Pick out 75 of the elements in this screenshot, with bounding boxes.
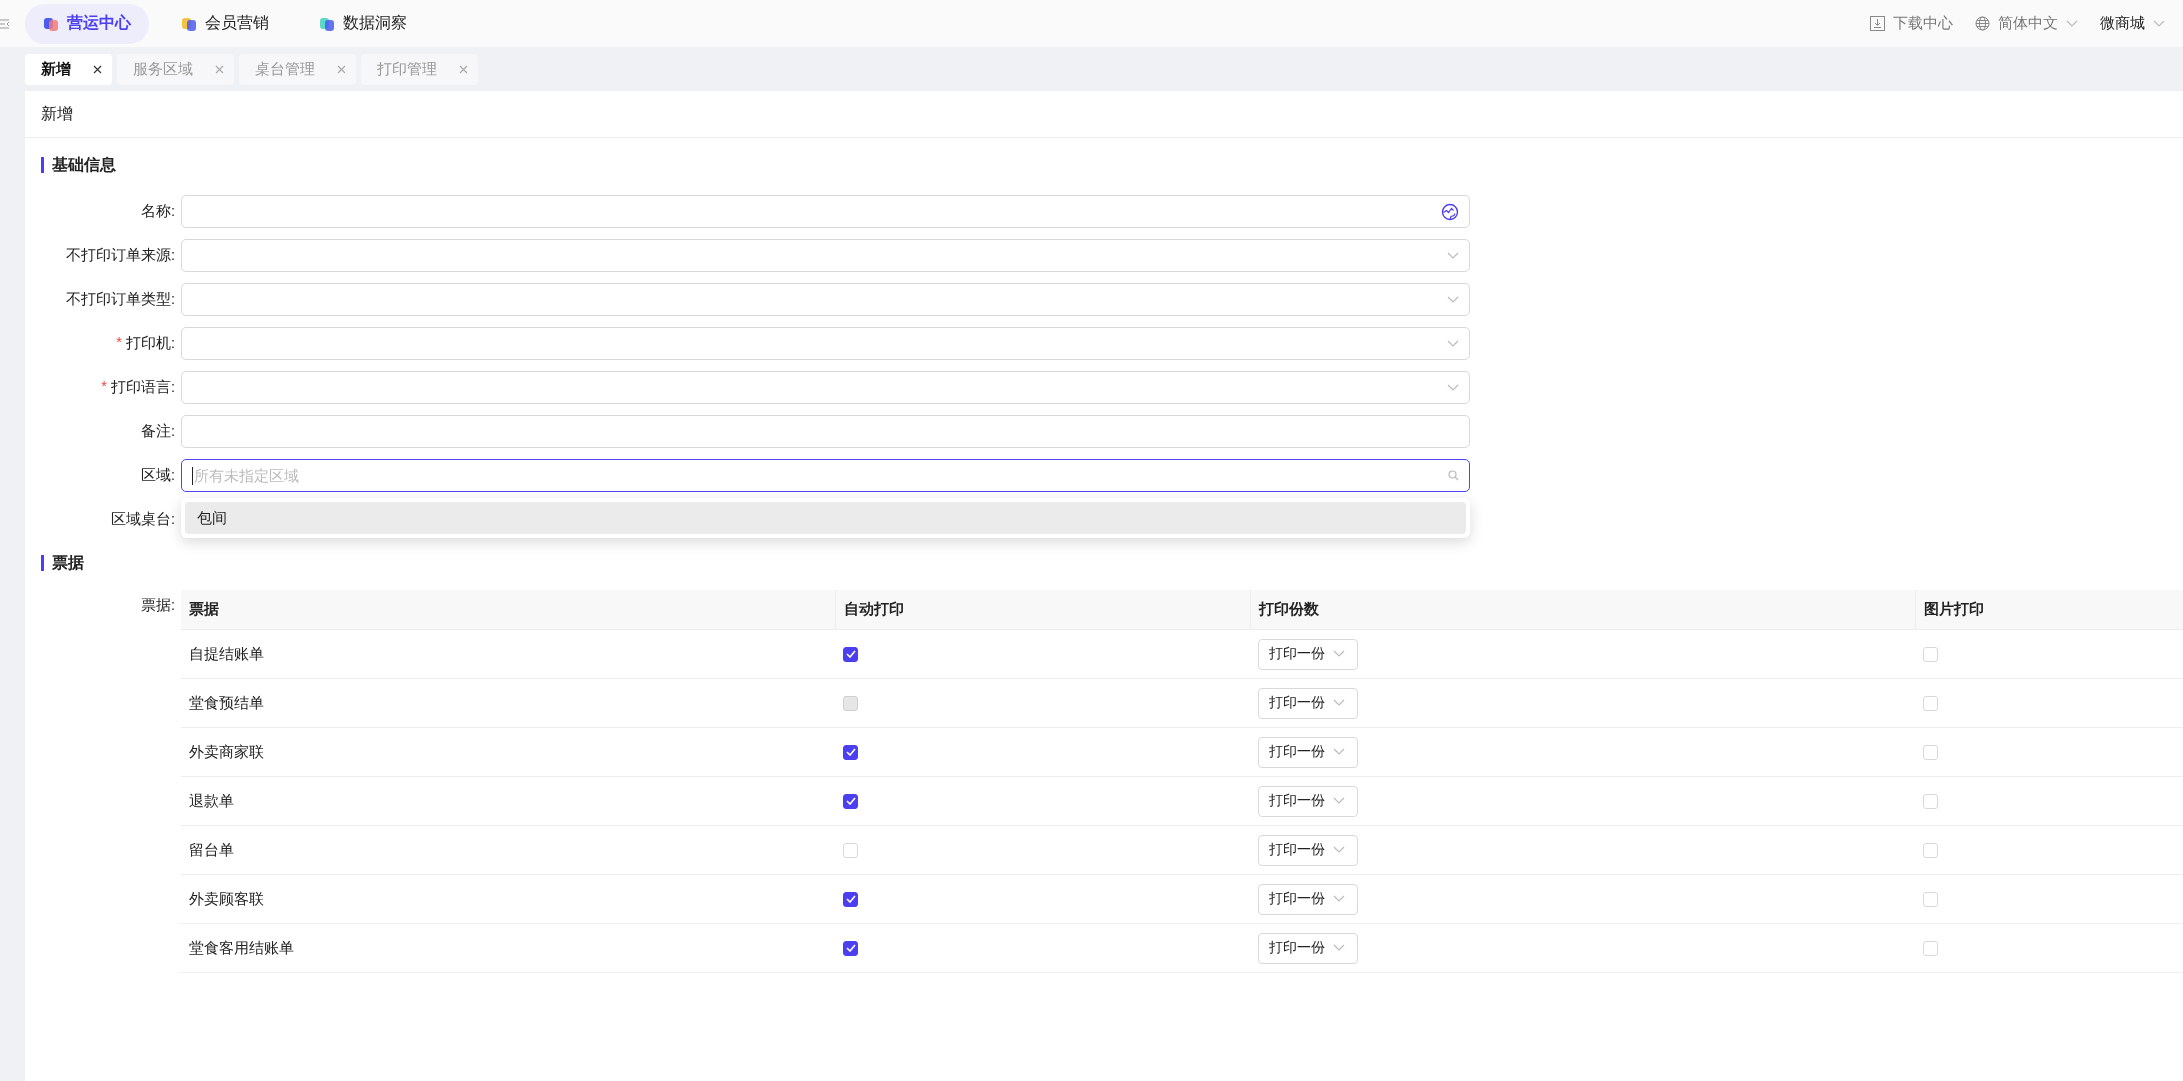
page-title: 新增 xyxy=(41,103,73,124)
field-label: 票据: xyxy=(140,597,175,613)
field-label: 打印语言: xyxy=(110,378,175,397)
search-field[interactable]: 所有未指定区域 xyxy=(181,459,1470,492)
copies-select[interactable]: 打印一份 xyxy=(1258,932,1358,964)
chevron-down-icon xyxy=(1333,895,1345,903)
chevron-down-icon xyxy=(1447,383,1459,392)
search-input[interactable]: 所有未指定区域 xyxy=(192,466,1448,485)
section-title: 基础信息 xyxy=(52,154,116,175)
chevron-down-icon xyxy=(1447,339,1459,348)
field-label: 名称: xyxy=(140,202,175,221)
required-mark: * xyxy=(101,378,107,396)
chevron-down-icon xyxy=(1333,699,1345,707)
chevron-down-icon xyxy=(1333,846,1345,854)
app-logo-icon xyxy=(181,15,197,32)
select-field[interactable] xyxy=(181,283,1470,316)
chevron-down-icon xyxy=(1333,944,1345,952)
table-cell: 留台单 xyxy=(181,825,835,875)
chevron-down-icon xyxy=(2066,19,2078,28)
globe-icon[interactable] xyxy=(1441,202,1459,221)
chevron-down-icon xyxy=(2153,19,2165,28)
field-label: 区域: xyxy=(140,466,175,485)
table-cell: 退款单 xyxy=(181,776,835,826)
globe-icon xyxy=(1975,16,1990,31)
copies-select[interactable]: 打印一份 xyxy=(1258,638,1358,670)
table-cell: 外卖顾客联 xyxy=(181,874,835,924)
chevron-down-icon xyxy=(1333,797,1345,805)
chevron-down-icon xyxy=(1447,251,1459,260)
section-title: 票据 xyxy=(52,552,84,573)
download-center-link[interactable]: 下载中心 xyxy=(1870,14,1953,33)
copies-select[interactable]: 打印一份 xyxy=(1258,883,1358,915)
column-header: 票据 xyxy=(181,590,835,630)
checkbox[interactable] xyxy=(843,793,858,809)
select-field[interactable] xyxy=(181,327,1470,360)
copies-select[interactable]: 打印一份 xyxy=(1258,834,1358,866)
close-icon[interactable] xyxy=(93,64,102,74)
column-header: 图片打印 xyxy=(1915,590,2183,630)
field-label: 不打印订单类型: xyxy=(65,290,175,309)
input-field[interactable] xyxy=(181,415,1470,448)
select-field[interactable] xyxy=(181,239,1470,272)
download-icon xyxy=(1870,16,1885,31)
page-tab[interactable]: 新增 xyxy=(25,53,112,85)
checkbox[interactable] xyxy=(843,646,858,662)
nav-tab[interactable]: 会员营销 xyxy=(163,3,287,44)
search-icon xyxy=(1448,470,1459,481)
copies-select[interactable]: 打印一份 xyxy=(1258,687,1358,719)
field-label: 区域桌台: xyxy=(110,510,175,529)
dropdown-option[interactable]: 包间 xyxy=(185,502,1466,534)
checkbox[interactable] xyxy=(843,744,858,760)
checkbox[interactable] xyxy=(843,891,858,907)
nav-tab[interactable]: 数据洞察 xyxy=(301,3,425,44)
field-label: 备注: xyxy=(140,422,175,441)
column-header: 打印份数 xyxy=(1250,590,1915,630)
required-mark: * xyxy=(116,334,122,352)
chevron-down-icon xyxy=(1447,295,1459,304)
app-logo-icon xyxy=(319,15,335,32)
table-cell: 自提结账单 xyxy=(181,629,835,679)
table-cell: 堂食预结单 xyxy=(181,678,835,728)
table-cell: 外卖商家联 xyxy=(181,727,835,777)
menu-collapse-icon[interactable] xyxy=(0,16,10,31)
select-field[interactable] xyxy=(181,371,1470,404)
copies-select[interactable]: 打印一份 xyxy=(1258,785,1358,817)
input-field[interactable] xyxy=(181,195,1470,228)
copies-select[interactable]: 打印一份 xyxy=(1258,736,1358,768)
chevron-down-icon xyxy=(1333,650,1345,658)
nav-tab[interactable]: 营运中心 xyxy=(25,3,149,44)
chevron-down-icon xyxy=(1333,748,1345,756)
app-logo-icon xyxy=(43,15,59,32)
account-menu[interactable]: 微商城 xyxy=(2100,14,2165,33)
field-label: 打印机: xyxy=(125,334,175,353)
column-header: 自动打印 xyxy=(835,590,1250,630)
table-cell: 堂食客用结账单 xyxy=(181,923,835,973)
checkbox[interactable] xyxy=(843,940,858,956)
field-label: 不打印订单来源: xyxy=(65,246,175,265)
language-selector[interactable]: 简体中文 xyxy=(1975,14,2078,33)
